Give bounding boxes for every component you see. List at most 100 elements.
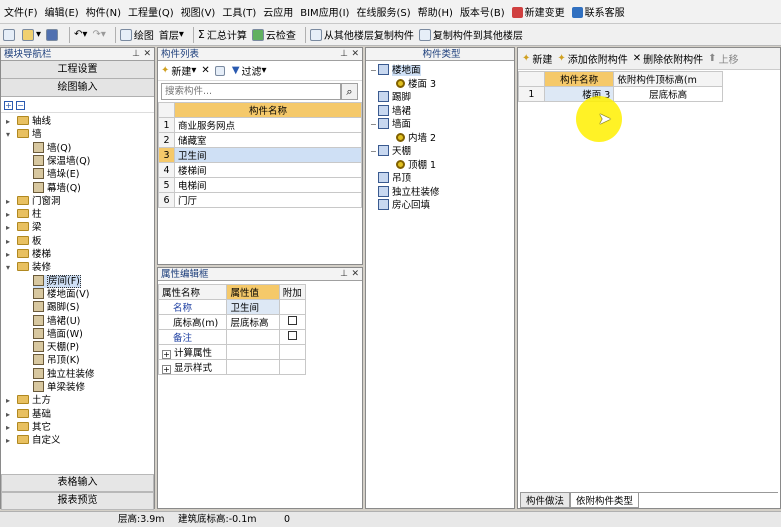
nav-tree-item[interactable]: ▾ 装修 [6, 261, 51, 274]
checkbox[interactable] [287, 331, 297, 340]
nav-tree-item[interactable]: ▸ 柱 [6, 208, 42, 221]
nav-tree-item[interactable]: 吊顶(K) [33, 354, 80, 367]
menu-item-6[interactable]: 云应用 [263, 4, 293, 19]
menu-item-2[interactable]: 构件(N) [86, 4, 121, 19]
copy-component-button[interactable] [214, 65, 227, 76]
add-dependent-button[interactable]: ✦ 添加依附构件 [557, 51, 627, 66]
nav-tree-item[interactable]: 墙垛(E) [33, 168, 79, 181]
nav-tree-item[interactable]: 墙面(W) [33, 327, 83, 341]
nav-tree-item[interactable]: 单梁装修 [33, 381, 85, 394]
prop-value-cell[interactable]: 卫生间 [226, 299, 280, 315]
move-up-button[interactable]: ⬆ 上移 [708, 51, 738, 66]
menu-item-10[interactable]: 版本号(B) [460, 4, 505, 19]
pin-icon[interactable]: ⊥ [340, 268, 348, 280]
sum-button[interactable]: Σ 汇总计算 [198, 27, 247, 42]
cloud-check-button[interactable]: 云检查 [251, 27, 296, 42]
component-name-cell[interactable]: 卫生间 [174, 147, 362, 163]
expand-arrow-icon[interactable]: ▸ [6, 115, 15, 128]
type-tree-item[interactable]: 顶棚 1 [396, 159, 436, 172]
expand-arrow-icon[interactable]: ▸ [6, 208, 15, 221]
copy-to-floor-button[interactable]: 复制构件到其他楼层 [418, 27, 523, 42]
prop-value-cell[interactable] [226, 344, 280, 360]
table-row[interactable]: 名称 卫生间 [157, 299, 307, 315]
nav-tree-item[interactable]: ▸ 轴线 [6, 115, 51, 128]
type-tree-item[interactable]: 吊顶 [370, 172, 411, 185]
draw-button[interactable]: 绘图 [119, 27, 154, 42]
table-row[interactable]: 1 楼面 3 层底标高 [518, 86, 723, 102]
component-name-cell[interactable]: 储藏室 [174, 132, 362, 148]
save-button[interactable] [46, 28, 60, 41]
table-input-button[interactable]: 表格输入 [1, 474, 154, 492]
expand-arrow-icon[interactable]: ▸ [6, 394, 15, 407]
menu-item-12[interactable]: 联系客服 [571, 4, 625, 19]
table-row[interactable]: + 计算属性 [157, 344, 307, 360]
new-component-button[interactable]: ✦ 新建 ▾ [161, 63, 196, 78]
report-preview-button[interactable]: 报表预览 [1, 492, 154, 510]
expand-all-icon[interactable]: + [4, 101, 13, 110]
prop-value-cell[interactable]: 层底标高 [226, 314, 280, 330]
filter-button[interactable]: ▼ 过滤 ▾ [232, 63, 267, 78]
dep-elev-cell[interactable]: 层底标高 [613, 86, 723, 102]
nav-tree-item[interactable]: ▸ 门窗洞 [6, 195, 61, 208]
nav-tree-item[interactable]: 踢脚(S) [33, 301, 79, 314]
type-tree-item[interactable]: − 楼地面 [370, 64, 421, 77]
copy-from-floor-button[interactable]: 从其他楼层复制构件 [309, 27, 414, 42]
table-row[interactable]: + 显示样式 [157, 359, 307, 375]
collapse-all-icon[interactable]: − [16, 101, 25, 110]
menu-item-4[interactable]: 视图(V) [181, 4, 216, 19]
nav-tree-item[interactable]: ▸ 自定义 [6, 434, 61, 447]
collapse-arrow-icon[interactable]: ▾ [6, 128, 15, 141]
nav-tree-item[interactable]: 墙裙(U) [33, 314, 80, 328]
type-tree-item[interactable]: 房心回填 [370, 199, 430, 212]
table-row[interactable]: 备注 [157, 329, 307, 345]
nav-tree-item[interactable]: ▸ 基础 [6, 408, 51, 421]
pin-icon[interactable]: ⊥ [132, 48, 140, 60]
undo-button[interactable]: ↶▾ [74, 29, 87, 40]
type-tree-item[interactable]: 内墙 2 [396, 132, 436, 145]
nav-tree-item[interactable]: 保温墙(Q) [33, 154, 90, 168]
menu-item-0[interactable]: 文件(F) [4, 4, 38, 19]
search-icon[interactable]: ⌕ [341, 83, 358, 100]
open-button[interactable]: ▾ [22, 28, 41, 41]
redo-button[interactable]: ↷▾ [92, 29, 105, 40]
close-icon[interactable]: ✕ [351, 268, 359, 280]
tab-dependent-type[interactable]: 依附构件类型 [570, 493, 640, 508]
expand-icon[interactable]: + [162, 365, 171, 374]
type-tree-item[interactable]: − 天棚 [370, 145, 411, 158]
type-tree-item[interactable]: 独立柱装修 [370, 185, 440, 199]
expand-arrow-icon[interactable]: ▸ [6, 421, 15, 434]
drawing-input-button[interactable]: 绘图输入 [1, 79, 154, 97]
type-tree-item[interactable]: 楼面 3 [396, 78, 436, 91]
type-tree-item[interactable]: 墙裙 [370, 104, 411, 118]
table-row[interactable]: 2 储藏室 [158, 132, 362, 148]
checkbox[interactable] [287, 316, 297, 325]
nav-tree-item[interactable]: 天棚(P) [33, 341, 79, 354]
nav-tree-item[interactable]: ▸ 梁 [6, 221, 42, 234]
menu-item-1[interactable]: 编辑(E) [45, 4, 79, 19]
expand-icon[interactable]: + [162, 350, 171, 359]
dep-new-button[interactable]: ✦ 新建 [522, 51, 552, 66]
tab-method[interactable]: 构件做法 [520, 493, 571, 508]
expand-arrow-icon[interactable]: ▸ [6, 195, 15, 208]
expand-arrow-icon[interactable]: ▸ [6, 221, 15, 234]
prop-value-cell[interactable] [226, 329, 280, 345]
expand-arrow-icon[interactable]: ▸ [6, 434, 15, 447]
project-settings-button[interactable]: 工程设置 [1, 61, 154, 79]
nav-tree-item[interactable]: 墙(Q) [33, 141, 71, 155]
expand-arrow-icon[interactable]: ▸ [6, 408, 15, 421]
type-tree-item[interactable]: − 墙面 [370, 118, 411, 131]
nav-tree-item[interactable]: ▸ 楼梯 [6, 248, 51, 261]
expand-arrow-icon[interactable]: ▸ [6, 235, 15, 248]
close-icon[interactable]: ✕ [143, 48, 151, 60]
component-name-cell[interactable]: 电梯间 [174, 177, 362, 193]
table-row[interactable]: 1 商业服务网点 [158, 117, 362, 133]
nav-tree-item[interactable]: 楼地面(V) [33, 287, 89, 301]
pin-icon[interactable]: ⊥ [340, 48, 348, 60]
menu-item-9[interactable]: 帮助(H) [418, 4, 453, 19]
delete-component-button[interactable]: ✕ [201, 65, 209, 76]
nav-tree-item[interactable]: 独立柱装修 [33, 367, 95, 381]
menu-item-5[interactable]: 工具(T) [222, 4, 256, 19]
table-row[interactable]: 底标高(m) 层底标高 [157, 314, 307, 330]
table-row[interactable]: 3 卫生间 [158, 147, 362, 163]
delete-dependent-button[interactable]: ✕ 删除依附构件 [633, 51, 703, 66]
